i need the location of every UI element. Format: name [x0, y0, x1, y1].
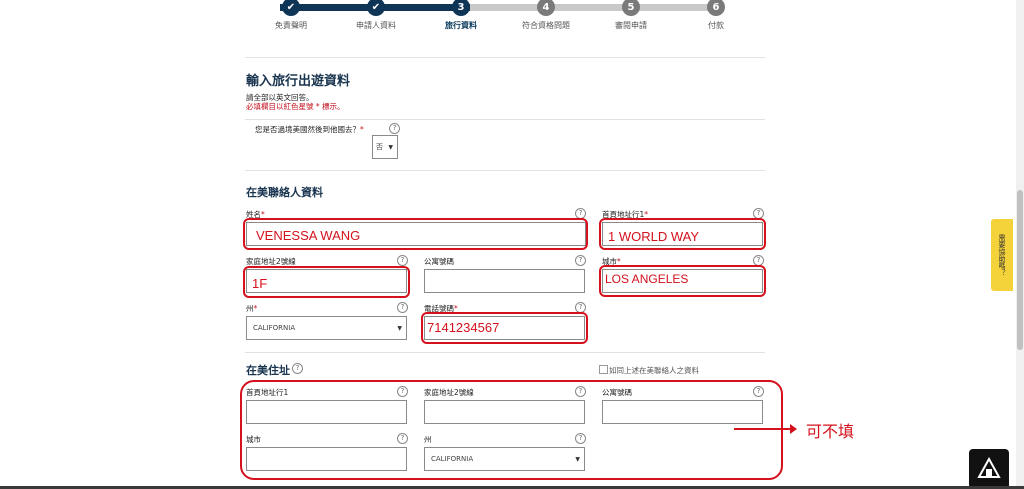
annotation-optional-box — [240, 380, 783, 480]
step-4-dot: 4 — [537, 0, 555, 16]
annotation-addr2: 1F — [252, 276, 268, 291]
annotation-box — [243, 266, 410, 298]
arrow-right-icon — [734, 428, 794, 430]
help-icon[interactable]: ? — [292, 363, 303, 374]
transit-select[interactable]: 否 ▼ — [372, 135, 398, 159]
help-tab[interactable]: 需要協助嗎？ — [991, 219, 1013, 291]
contact-apt-input[interactable] — [424, 269, 585, 293]
scrollbar-thumb[interactable] — [1017, 190, 1023, 350]
annotation-name: VENESSA WANG — [256, 228, 361, 243]
divider — [245, 352, 765, 353]
step-2-check-icon: ✔ — [367, 0, 385, 16]
step-1-check-icon: ✔ — [282, 0, 300, 16]
divider — [245, 57, 765, 58]
arrow-head-icon — [790, 424, 797, 434]
annotation-optional: 可不填 — [806, 424, 855, 441]
divider — [245, 119, 765, 120]
page-title: 輸入旅行出遊資料 — [246, 74, 351, 89]
divider — [245, 170, 765, 171]
help-icon[interactable]: ? — [575, 255, 586, 266]
step-2-label: 申請人資料 — [356, 21, 396, 30]
help-icon[interactable]: ? — [397, 302, 408, 313]
us-address-heading: 在美住址 — [246, 364, 290, 377]
apt-label: 公寓號碼 — [424, 257, 454, 266]
required-note: 必填欄目以紅色星號 * 標示。 — [246, 102, 345, 111]
annotation-city: LOS ANGELES — [605, 272, 689, 286]
step-1-label: 免責聲明 — [275, 21, 307, 30]
progress-line-remaining — [470, 4, 720, 11]
annotation-phone: 7141234567 — [427, 320, 500, 335]
transit-question: 您是否過境美國然後到他國去？* — [255, 125, 364, 134]
step-3-label: 旅行資料 — [445, 21, 477, 30]
step-3-dot: 3 — [452, 0, 470, 16]
logo-icon — [969, 449, 1009, 489]
help-icon[interactable]: ? — [397, 255, 408, 266]
step-5-dot: 5 — [622, 0, 640, 16]
annotation-addr1: 1 WORLD WAY — [608, 229, 700, 244]
step-4-label: 符合資格問題 — [522, 21, 570, 30]
step-6-label: 付款 — [708, 21, 724, 30]
state-label: 州* — [246, 304, 258, 313]
scrollbar[interactable] — [1016, 0, 1024, 489]
same-as-contact-checkbox[interactable] — [599, 365, 608, 374]
chevron-down-icon: ▼ — [397, 324, 402, 332]
step-5-label: 審閱申請 — [615, 21, 647, 30]
contact-heading: 在美聯絡人資料 — [246, 186, 323, 199]
help-icon[interactable]: ? — [389, 123, 400, 134]
chevron-down-icon: ▼ — [388, 143, 393, 151]
same-as-contact-label: 如同上述在美聯絡人之資料 — [609, 366, 699, 375]
step-6-dot: 6 — [707, 0, 725, 16]
contact-state-select[interactable]: CALIFORNIA ▼ — [246, 316, 407, 340]
